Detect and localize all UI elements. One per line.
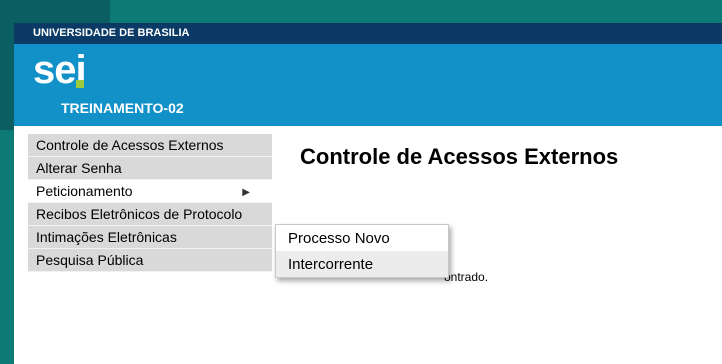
submenu-item-intercorrente[interactable]: Intercorrente — [276, 251, 448, 277]
page-title: Controle de Acessos Externos — [300, 144, 619, 169]
sidebar-item-label: Peticionamento — [36, 183, 133, 199]
sidebar: Controle de Acessos Externos Alterar Sen… — [28, 134, 272, 272]
sidebar-item-peticionamento[interactable]: Peticionamento ▶ — [28, 180, 272, 203]
sidebar-item-alterar-senha[interactable]: Alterar Senha — [28, 157, 272, 180]
sidebar-item-controle-acessos[interactable]: Controle de Acessos Externos — [28, 134, 272, 157]
logo-dot — [76, 80, 84, 88]
empty-result-text: ontrado. — [444, 270, 489, 284]
institution-bar: UNIVERSIDADE DE BRASILIA — [14, 23, 722, 44]
peticionamento-submenu: Processo Novo Intercorrente — [275, 224, 449, 278]
sidebar-item-label: Alterar Senha — [36, 160, 122, 176]
sidebar-item-pesquisa-publica[interactable]: Pesquisa Pública — [28, 249, 272, 272]
institution-name: UNIVERSIDADE DE BRASILIA — [33, 27, 190, 39]
chevron-right-icon: ▶ — [242, 187, 250, 198]
sei-logo[interactable]: sei — [33, 48, 87, 93]
app-window: UNIVERSIDADE DE BRASILIA sei TREINAMENTO… — [14, 23, 722, 364]
sidebar-item-label: Recibos Eletrônicos de Protocolo — [36, 206, 243, 222]
unit-name: TREINAMENTO-02 — [61, 100, 184, 116]
sidebar-item-intimacoes[interactable]: Intimações Eletrônicas — [28, 226, 272, 249]
sidebar-item-label: Intimações Eletrônicas — [36, 229, 177, 245]
sidebar-item-recibos[interactable]: Recibos Eletrônicos de Protocolo — [28, 203, 272, 226]
sidebar-item-label: Controle de Acessos Externos — [36, 137, 224, 153]
sidebar-item-label: Pesquisa Pública — [36, 252, 144, 268]
header: sei TREINAMENTO-02 — [14, 44, 722, 126]
submenu-item-processo-novo[interactable]: Processo Novo — [276, 225, 448, 251]
